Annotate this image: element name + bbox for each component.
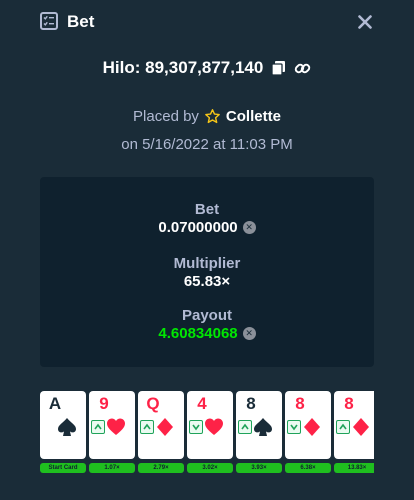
bet-label: Bet <box>194 201 220 218</box>
card-slot: 4 3.02× <box>187 389 233 477</box>
spade-suit-icon <box>253 417 273 437</box>
bet-id: Hilo: 89,307,877,140 <box>102 58 264 77</box>
card-slot: 9 1.07× <box>89 389 135 477</box>
card-rank: 9 <box>99 394 109 413</box>
close-button[interactable] <box>354 11 376 33</box>
diamond-suit-icon <box>351 417 371 437</box>
card-slot: 8 6.38× <box>285 389 331 477</box>
link-button[interactable] <box>293 59 311 77</box>
link-icon <box>294 63 311 73</box>
bet-value-row: 0.07000000 ✕ <box>40 219 374 236</box>
diamond-suit-icon <box>302 417 322 437</box>
card-rank: 8 <box>295 394 305 413</box>
card-rank: 8 <box>246 394 256 413</box>
multiplier-label: Multiplier <box>173 255 241 272</box>
playing-card: 4 <box>187 391 233 459</box>
bet-id-row: Hilo: 89,307,877,140 <box>0 56 414 80</box>
higher-guess-icon <box>91 420 105 434</box>
playing-card: 8 <box>334 391 374 459</box>
close-icon <box>358 15 372 29</box>
currency-icon: ✕ <box>242 327 256 340</box>
placed-by-label: Placed by <box>133 107 199 125</box>
diamond-suit-icon <box>155 417 175 437</box>
payout-label: Payout <box>181 307 232 324</box>
bet-stat: Bet 0.07000000 ✕ <box>40 201 374 236</box>
card-multiplier: 1.07× <box>89 463 135 473</box>
playing-card: 9 <box>89 391 135 459</box>
higher-guess-icon <box>140 420 154 434</box>
multiplier-stat: Multiplier 65.83× <box>40 255 374 290</box>
card-rank: 4 <box>197 394 207 413</box>
heart-suit-icon <box>106 417 126 437</box>
heart-suit-icon <box>204 417 224 437</box>
card-multiplier: Start Card <box>40 463 86 473</box>
card-rank: A <box>48 394 62 413</box>
payout-stat: Payout 4.60834068 ✕ <box>40 307 374 342</box>
playing-card: 8 <box>285 391 331 459</box>
playing-card: A <box>40 391 86 459</box>
modal-title: Bet <box>67 12 95 31</box>
modal-header: Bet <box>0 0 414 44</box>
placed-by-row: Placed by Collette <box>0 105 414 127</box>
card-slot: Q 2.79× <box>138 389 184 477</box>
payout-amount: 4.60834068 <box>158 325 238 342</box>
card-multiplier: 3.02× <box>187 463 233 473</box>
copy-icon <box>271 61 285 76</box>
multiplier-value: 65.83× <box>183 273 231 290</box>
bet-slip-icon <box>40 12 58 30</box>
copy-button[interactable] <box>269 59 287 77</box>
card-slot: A Start Card <box>40 389 86 477</box>
card-slot: 8 13.83× <box>334 389 374 477</box>
higher-guess-icon <box>336 420 350 434</box>
playing-card: 8 <box>236 391 282 459</box>
lower-guess-icon <box>189 420 203 434</box>
card-multiplier: 2.79× <box>138 463 184 473</box>
spade-suit-icon <box>57 417 77 437</box>
card-slot: 8 3.93× <box>236 389 282 477</box>
card-rank: 8 <box>344 394 354 413</box>
higher-guess-icon <box>238 420 252 434</box>
card-rank: Q <box>146 394 160 413</box>
playing-card: Q <box>138 391 184 459</box>
star-icon <box>205 108 220 123</box>
card-multiplier: 13.83× <box>334 463 374 473</box>
payout-value-row: 4.60834068 ✕ <box>40 325 374 342</box>
bet-date: on 5/16/2022 at 11:03 PM <box>121 136 293 153</box>
card-multiplier: 6.38× <box>285 463 331 473</box>
cards-history[interactable]: A Start Card 9 1.07× Q 2.79× 4 3.02× 8 3.93× 8 6.38… <box>40 389 374 477</box>
lower-guess-icon <box>287 420 301 434</box>
bet-stats-panel: Bet 0.07000000 ✕ Multiplier 65.83× Payou… <box>40 177 374 367</box>
user-link[interactable]: Collette <box>226 108 281 125</box>
card-multiplier: 3.93× <box>236 463 282 473</box>
bet-amount: 0.07000000 <box>158 219 238 236</box>
currency-icon: ✕ <box>242 221 256 234</box>
